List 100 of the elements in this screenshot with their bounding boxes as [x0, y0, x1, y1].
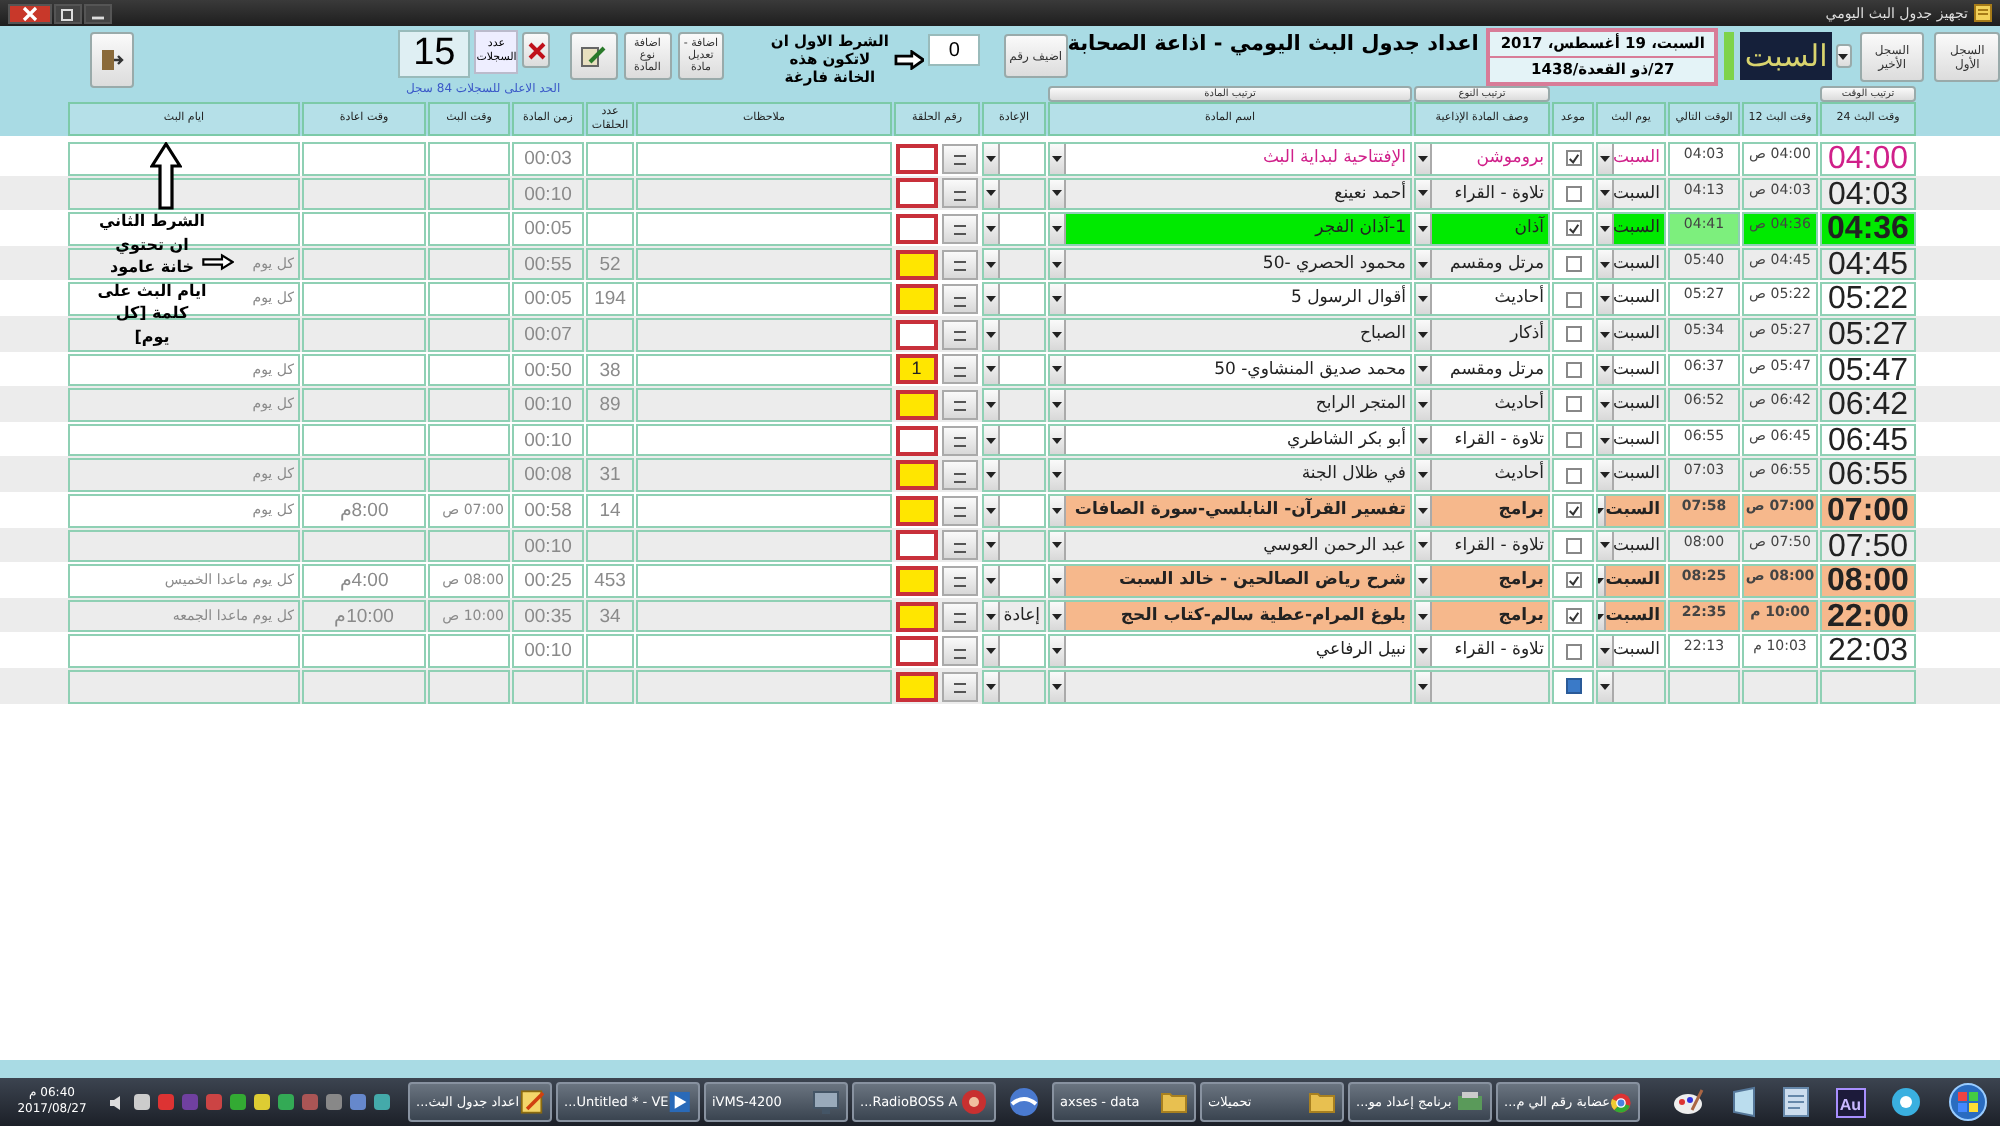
episode-field[interactable]: [896, 249, 937, 280]
dropdown-field[interactable]: محمد صديق المنشاوي- 50: [1048, 353, 1412, 387]
dropdown-field[interactable]: [982, 634, 1046, 668]
dropdown-field[interactable]: السبت: [1596, 493, 1666, 528]
spin-button[interactable]: [941, 460, 978, 491]
dropdown-field[interactable]: تلاوة - القراء: [1414, 423, 1550, 457]
checkbox[interactable]: [1565, 220, 1581, 237]
dropdown-field[interactable]: الصباح: [1048, 317, 1412, 352]
dropdown-field[interactable]: السبت: [1596, 247, 1666, 281]
dropdown-field[interactable]: أحمد نعينع: [1048, 177, 1412, 211]
spin-button[interactable]: [941, 601, 978, 632]
dropdown-field[interactable]: إعادة: [982, 599, 1046, 633]
dropdown-field[interactable]: برامج: [1414, 599, 1550, 633]
checkbox[interactable]: [1565, 432, 1581, 449]
episode-field[interactable]: 1: [896, 354, 937, 385]
spin-button[interactable]: [941, 495, 978, 526]
spin-button[interactable]: [941, 636, 978, 667]
restore-button[interactable]: [54, 3, 82, 23]
checkbox[interactable]: [1565, 572, 1581, 589]
episode-field[interactable]: [896, 671, 937, 702]
dropdown-field[interactable]: [982, 388, 1046, 422]
dropdown-field[interactable]: أبو بكر الشاطري: [1048, 423, 1412, 457]
dropdown-field[interactable]: برامج: [1414, 564, 1550, 598]
dropdown-field[interactable]: السبت: [1596, 564, 1666, 598]
episode-field[interactable]: [896, 425, 937, 456]
dropdown-field[interactable]: السبت: [1596, 177, 1666, 211]
dropdown-field[interactable]: [982, 177, 1046, 211]
checkbox[interactable]: [1565, 256, 1581, 273]
dropdown-field[interactable]: آذان: [1414, 212, 1550, 246]
number-field[interactable]: 0: [928, 34, 981, 66]
dropdown-field[interactable]: 1-آذان الفجر: [1048, 212, 1412, 246]
paint-icon[interactable]: [1672, 1086, 1705, 1118]
checkbox[interactable]: [1565, 361, 1581, 378]
dropdown-field[interactable]: في ظلال الجنة: [1048, 458, 1412, 492]
dropdown-field[interactable]: برامج: [1414, 493, 1550, 528]
speaker-icon[interactable]: [108, 1093, 126, 1111]
dropdown-field[interactable]: [982, 142, 1046, 176]
dropdown-field[interactable]: [1596, 669, 1666, 703]
episode-field[interactable]: [896, 565, 937, 596]
dropdown-field[interactable]: السبت: [1596, 599, 1666, 633]
dropdown-field[interactable]: السبت: [1596, 212, 1666, 246]
checkbox[interactable]: [1565, 185, 1581, 202]
delete-button[interactable]: [522, 32, 551, 68]
dropdown-field[interactable]: [982, 564, 1046, 598]
dropdown-field[interactable]: السبت: [1596, 529, 1666, 563]
dropdown-field[interactable]: المتجر الرابح: [1048, 388, 1412, 422]
episode-field[interactable]: [896, 601, 937, 632]
checkbox[interactable]: [1565, 150, 1581, 167]
dropdown-field[interactable]: أحاديث: [1414, 388, 1550, 422]
dropdown-field[interactable]: [982, 493, 1046, 528]
dropdown-field[interactable]: تلاوة - القراء: [1414, 177, 1550, 211]
minimize-button[interactable]: [84, 3, 112, 23]
dropdown-field[interactable]: [982, 669, 1046, 703]
spin-button[interactable]: [941, 354, 978, 385]
spin-button[interactable]: [941, 530, 978, 561]
episode-field[interactable]: [896, 460, 937, 491]
dropdown-field[interactable]: السبت: [1596, 634, 1666, 668]
checkbox[interactable]: [1565, 291, 1581, 308]
dropdown-field[interactable]: الإفتتاحية لبداية البث: [1048, 142, 1412, 176]
spin-button[interactable]: [941, 671, 978, 702]
dropdown-field[interactable]: السبت: [1596, 282, 1666, 316]
checkbox[interactable]: [1565, 678, 1581, 695]
spin-button[interactable]: [941, 284, 978, 315]
dropdown-field[interactable]: [982, 353, 1046, 387]
dropdown-field[interactable]: السبت: [1596, 353, 1666, 387]
episode-field[interactable]: [896, 495, 937, 526]
start-button[interactable]: [1947, 1082, 1988, 1122]
episode-field[interactable]: [896, 319, 937, 350]
dropdown-field[interactable]: [982, 317, 1046, 352]
day-dropdown-button[interactable]: [1835, 44, 1852, 68]
spin-button[interactable]: [941, 389, 978, 420]
close-button[interactable]: [8, 3, 52, 23]
dropdown-field[interactable]: السبت: [1596, 458, 1666, 492]
episode-field[interactable]: [896, 213, 937, 244]
spin-button[interactable]: [941, 425, 978, 456]
episode-field[interactable]: [896, 178, 937, 209]
dropdown-field[interactable]: بروموشن: [1414, 142, 1550, 176]
episode-field[interactable]: [896, 143, 937, 174]
dropdown-field[interactable]: [1048, 669, 1412, 703]
dropdown-field[interactable]: السبت: [1596, 388, 1666, 422]
notepad-icon[interactable]: [1729, 1086, 1758, 1118]
dropdown-field[interactable]: السبت: [1596, 317, 1666, 352]
dropdown-field[interactable]: نبيل الرفاعي: [1048, 634, 1412, 668]
dropdown-field[interactable]: [982, 282, 1046, 316]
dropdown-field[interactable]: [982, 423, 1046, 457]
checkbox[interactable]: [1565, 502, 1581, 519]
spin-button[interactable]: [941, 178, 978, 209]
dropdown-field[interactable]: تلاوة - القراء: [1414, 529, 1550, 563]
dropdown-field[interactable]: السبت: [1596, 142, 1666, 176]
episode-field[interactable]: [896, 636, 937, 667]
exit-button[interactable]: [90, 32, 134, 88]
episode-field[interactable]: [896, 389, 937, 420]
dropdown-field[interactable]: محمود الحصري -50: [1048, 247, 1412, 281]
dropdown-field[interactable]: [982, 458, 1046, 492]
checkbox[interactable]: [1565, 326, 1581, 343]
dropdown-field[interactable]: [982, 529, 1046, 563]
dropdown-field[interactable]: تفسير القرآن- النابلسي-سورة الصافات: [1048, 493, 1412, 528]
spin-button[interactable]: [941, 143, 978, 174]
dropdown-field[interactable]: مرتل ومقسم: [1414, 247, 1550, 281]
episode-field[interactable]: [896, 530, 937, 561]
